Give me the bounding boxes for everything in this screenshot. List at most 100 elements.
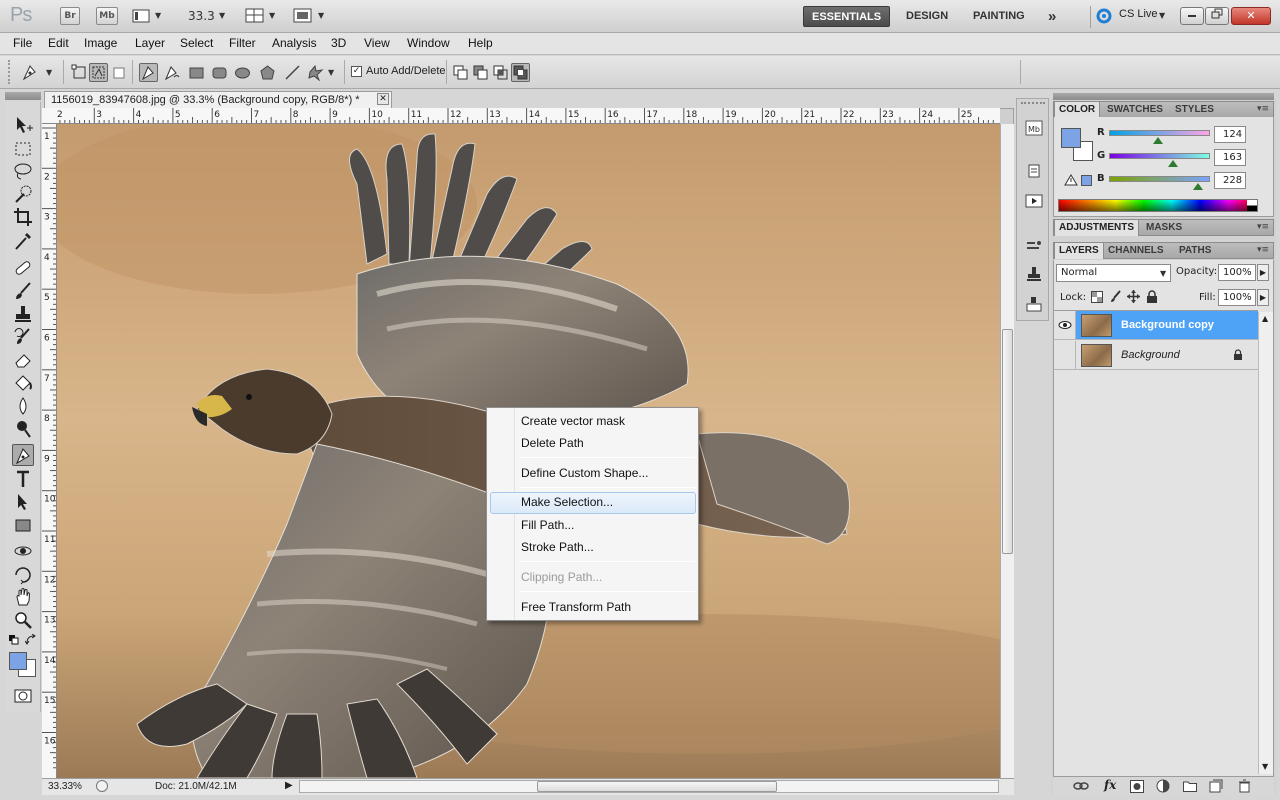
panel-menu-icon[interactable]: ▾≡ — [1257, 222, 1269, 232]
options-grip[interactable] — [8, 60, 14, 84]
workspace-essentials-button[interactable]: ESSENTIALS — [803, 6, 891, 27]
fill-pixels-mode-icon[interactable] — [110, 63, 129, 82]
new-layer-icon[interactable] — [1209, 779, 1223, 793]
workspace-design-button[interactable]: DESIGN — [898, 6, 956, 27]
subtract-from-shape-area-icon[interactable] — [471, 63, 490, 82]
layers-scrollbar[interactable]: ▲ ▼ — [1258, 312, 1273, 774]
quick-mask-icon[interactable] — [12, 685, 34, 707]
menu-item-make-selection[interactable]: Make Selection... — [490, 492, 696, 514]
lock-all-icon[interactable] — [1146, 290, 1158, 303]
green-slider-thumb[interactable] — [1168, 160, 1178, 167]
scrollbar-thumb[interactable] — [537, 781, 777, 792]
menu-item-create-vector-mask[interactable]: Create vector mask — [490, 411, 696, 431]
layer-row-background-copy[interactable]: Background copy — [1054, 311, 1258, 340]
menu-help[interactable]: Help — [468, 36, 493, 50]
canvas-horizontal-scrollbar[interactable] — [299, 780, 999, 793]
status-info-icon[interactable] — [96, 780, 108, 792]
polygon-option-icon[interactable] — [258, 63, 277, 82]
lock-image-pixels-icon[interactable] — [1109, 290, 1122, 303]
layer-visibility-eye-icon[interactable] — [1054, 311, 1076, 339]
blur-tool-icon[interactable] — [12, 395, 34, 417]
mini-bridge-button[interactable]: Mb — [96, 7, 118, 25]
swap-colors-icon[interactable] — [24, 633, 37, 646]
tool-presets-panel-icon[interactable] — [1025, 295, 1043, 313]
workspace-painting-button[interactable]: PAINTING — [965, 6, 1033, 27]
rectangle-tool-icon[interactable] — [12, 514, 34, 536]
fill-slider-arrow-icon[interactable]: ▶ — [1257, 289, 1269, 306]
layer-thumbnail[interactable] — [1081, 314, 1112, 337]
vertical-ruler[interactable]: 1 2 3 4 5 6 7 8 9 10 11 12 13 14 15 16 — [42, 124, 57, 778]
screen-mode-icon[interactable] — [293, 8, 313, 24]
menu-edit[interactable]: Edit — [48, 36, 69, 50]
tab-paths[interactable]: PATHS — [1175, 243, 1215, 259]
zoom-level[interactable]: 33.3 — [188, 9, 215, 23]
menu-analysis[interactable]: Analysis — [272, 36, 317, 50]
tab-layers[interactable]: LAYERS — [1054, 243, 1104, 259]
dodge-tool-icon[interactable] — [12, 418, 34, 440]
panel-menu-icon[interactable]: ▾≡ — [1257, 245, 1269, 255]
fill-input[interactable]: 100% — [1218, 289, 1256, 306]
tab-swatches[interactable]: SWATCHES — [1103, 102, 1167, 118]
lock-position-icon[interactable] — [1127, 290, 1140, 303]
freeform-pen-option-icon[interactable] — [162, 63, 181, 82]
blend-mode-select[interactable]: Normal — [1056, 264, 1171, 282]
bridge-button[interactable]: Br — [60, 7, 80, 25]
history-brush-tool-icon[interactable] — [12, 326, 34, 348]
paint-bucket-tool-icon[interactable] — [12, 372, 34, 394]
tool-preset-dropdown-icon[interactable]: ▼ — [46, 68, 52, 77]
canvas-vertical-scrollbar[interactable] — [1000, 124, 1014, 778]
pen-tool-option-icon[interactable] — [139, 63, 158, 82]
lasso-tool-icon[interactable] — [12, 160, 34, 182]
add-to-shape-area-icon[interactable] — [451, 63, 470, 82]
arrange-dropdown-icon[interactable]: ▼ — [269, 11, 275, 20]
actions-panel-icon[interactable] — [1025, 192, 1043, 210]
menu-item-define-custom-shape[interactable]: Define Custom Shape... — [490, 463, 696, 483]
arrange-documents-icon[interactable] — [245, 8, 265, 24]
menu-file[interactable]: File — [13, 36, 32, 50]
auto-add-delete-label[interactable]: Auto Add/Delete — [366, 65, 446, 77]
red-value-input[interactable]: 124 — [1214, 126, 1246, 143]
menu-item-fill-path[interactable]: Fill Path... — [490, 515, 696, 535]
tab-color[interactable]: COLOR — [1054, 102, 1101, 118]
new-adjustment-layer-icon[interactable] — [1156, 779, 1170, 793]
panel-menu-icon[interactable]: ▾≡ — [1257, 104, 1269, 114]
foreground-color-swatch[interactable] — [9, 652, 27, 670]
blend-mode-dropdown-icon[interactable]: ▼ — [1160, 269, 1166, 278]
add-layer-mask-icon[interactable] — [1130, 780, 1144, 793]
new-group-icon[interactable] — [1183, 780, 1197, 792]
menu-view[interactable]: View — [364, 36, 390, 50]
tab-channels[interactable]: CHANNELS — [1104, 243, 1168, 259]
color-spectrum-bar[interactable] — [1058, 199, 1258, 212]
hand-tool-icon[interactable] — [12, 586, 34, 608]
quick-selection-tool-icon[interactable] — [12, 183, 34, 205]
clone-source-panel-icon[interactable] — [1025, 265, 1043, 283]
view-extras-icon[interactable] — [132, 8, 152, 24]
history-panel-icon[interactable] — [1025, 162, 1043, 180]
lock-transparent-pixels-icon[interactable] — [1091, 291, 1103, 303]
scroll-up-icon[interactable]: ▲ — [1262, 314, 1268, 323]
path-selection-tool-icon[interactable] — [12, 491, 34, 513]
restore-button[interactable] — [1205, 7, 1229, 25]
panel-dock-header[interactable] — [1053, 93, 1274, 100]
blue-slider[interactable] — [1109, 176, 1210, 182]
horizontal-ruler[interactable]: 2 3 4 5 6 7 8 9 10 11 12 13 14 15 16 17 18 19 20 21 22 23 24 25 — [56, 108, 1000, 124]
more-workspaces-button[interactable]: » — [1040, 6, 1064, 27]
cs-live-icon[interactable] — [1096, 8, 1112, 24]
3d-rotate-tool-icon[interactable] — [12, 540, 34, 562]
move-tool-icon[interactable] — [12, 114, 34, 136]
menu-item-stroke-path[interactable]: Stroke Path... — [490, 537, 696, 557]
brush-presets-panel-icon[interactable] — [1025, 237, 1043, 255]
type-tool-icon[interactable] — [12, 468, 34, 490]
layer-visibility-toggle[interactable] — [1054, 341, 1076, 369]
mini-bridge-panel-icon[interactable]: Mb — [1025, 119, 1043, 137]
marquee-tool-icon[interactable] — [12, 138, 34, 160]
menu-layer[interactable]: Layer — [135, 36, 165, 50]
green-value-input[interactable]: 163 — [1214, 149, 1246, 166]
tools-panel-header[interactable] — [5, 92, 41, 100]
cs-live-menu[interactable]: CS Live — [1119, 8, 1158, 20]
menu-item-delete-path[interactable]: Delete Path — [490, 433, 696, 453]
custom-shape-option-icon[interactable] — [306, 63, 325, 82]
layer-style-fx-icon[interactable]: fx — [1104, 778, 1116, 792]
scrollbar-thumb[interactable] — [1002, 329, 1013, 554]
tab-styles[interactable]: STYLES — [1171, 102, 1218, 118]
